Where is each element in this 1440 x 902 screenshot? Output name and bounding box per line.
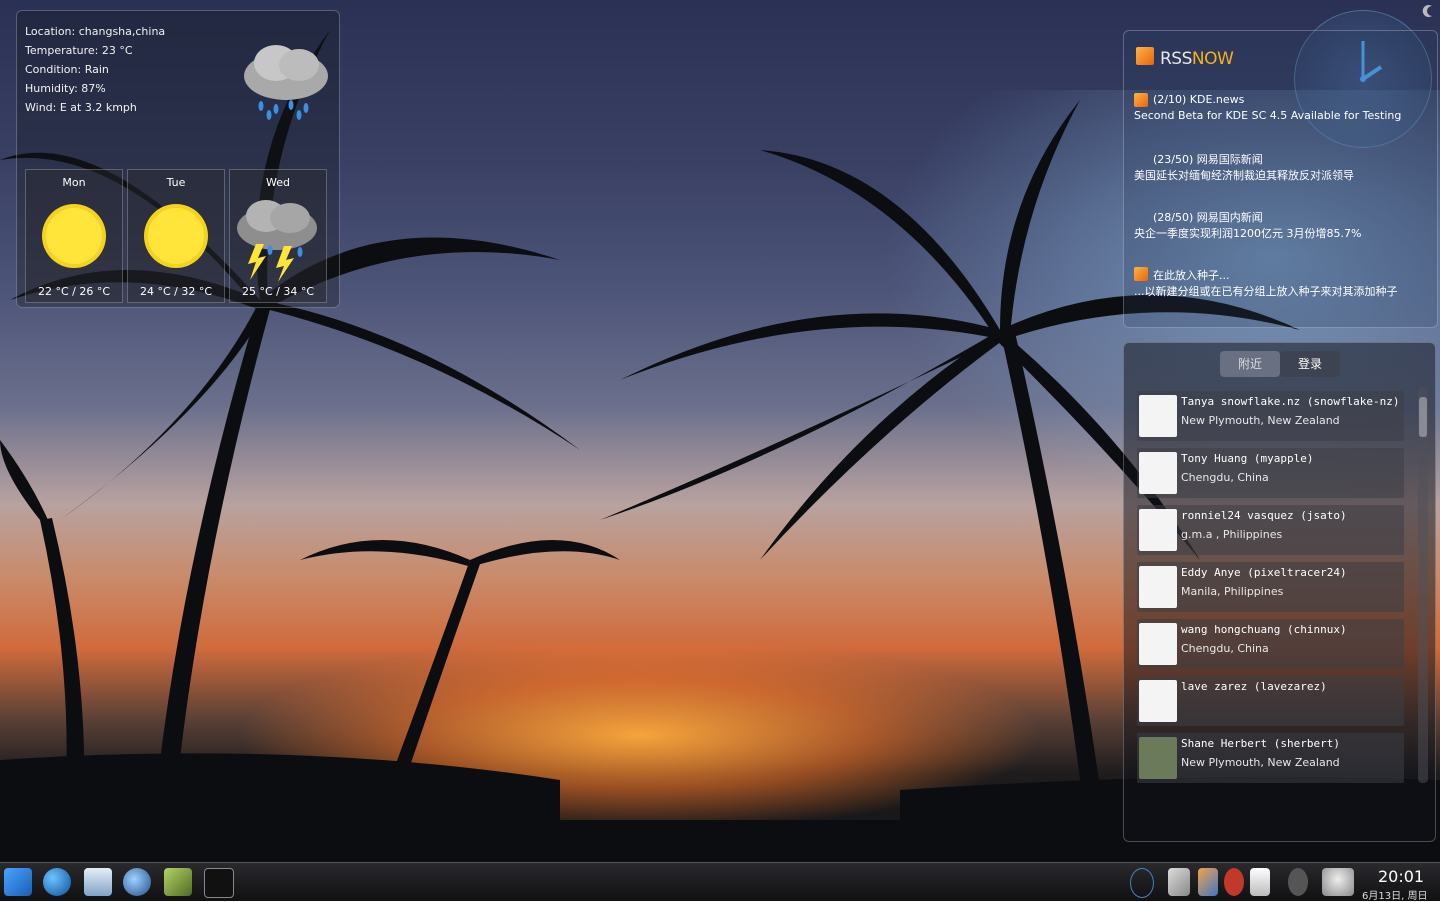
power-icon[interactable]: [1224, 868, 1244, 896]
person-location: g.m.a , Philippines: [1181, 528, 1283, 541]
forecast-day-label: Wed: [266, 176, 290, 189]
web-browser-icon[interactable]: [123, 868, 151, 896]
rss-feed-headline[interactable]: 美国延长对缅甸经济制裁迫其释放反对派领导: [1134, 167, 1354, 183]
forecast-temps: 24 °C / 32 °C: [139, 285, 213, 298]
rss-logo-icon: [1136, 47, 1154, 65]
forecast-day-tue: Tue 24 °C / 32 °C: [127, 169, 225, 303]
list-item[interactable]: lave zarez (lavezarez): [1137, 676, 1404, 726]
avatar: [1139, 623, 1177, 665]
file-manager-icon[interactable]: [84, 868, 112, 896]
globe-icon[interactable]: [43, 868, 71, 896]
person-name: wang hongchuang (chinnux): [1181, 623, 1347, 636]
forecast-day-mon: Mon 22 °C / 26 °C: [25, 169, 123, 303]
rss-widget-title: RSSNOW: [1160, 49, 1234, 69]
person-location: New Plymouth, New Zealand: [1181, 414, 1340, 427]
list-item[interactable]: Shane Herbert (sherbert) New Plymouth, N…: [1137, 733, 1404, 783]
rss-feed-heading[interactable]: (2/10) KDE.news: [1153, 93, 1244, 106]
social-nearby-widget: 附近 登录 Tanya snowflake.nz (snowflake-nz) …: [1123, 342, 1436, 842]
terminal-icon[interactable]: [204, 868, 234, 898]
avatar: [1139, 452, 1177, 494]
avatar: [1139, 566, 1177, 608]
scrollbar[interactable]: [1418, 387, 1428, 783]
kde-menu-icon[interactable]: [4, 868, 32, 896]
forecast-temps: 25 °C / 34 °C: [241, 285, 315, 298]
person-name: ronniel24 vasquez (jsato): [1181, 509, 1347, 522]
avatar: [1139, 680, 1177, 722]
desktop-toolbox-icon[interactable]: [1420, 4, 1434, 18]
tab-nearby[interactable]: 附近: [1220, 351, 1280, 377]
list-item[interactable]: Eddy Anye (pixeltracer24) Manila, Philip…: [1137, 562, 1404, 612]
volume-icon[interactable]: [1168, 868, 1190, 896]
person-location: Chengdu, China: [1181, 642, 1269, 655]
clock-time[interactable]: 20:01: [1378, 867, 1424, 886]
rss-title-now: NOW: [1191, 49, 1234, 69]
forecast-day-label: Mon: [62, 176, 86, 189]
rain-cloud-icon: [244, 45, 328, 120]
rss-feed-headline[interactable]: 央企一季度实现利润1200亿元 3月份增85.7%: [1134, 225, 1361, 241]
info-icon[interactable]: [1288, 868, 1308, 896]
weather-location: Location: changsha,china: [25, 25, 166, 38]
person-location: New Plymouth, New Zealand: [1181, 756, 1340, 769]
weather-tray-icon[interactable]: [1322, 868, 1354, 896]
network-icon[interactable]: [1130, 868, 1154, 898]
weather-wind: Wind: E at 3.2 kmph: [25, 101, 137, 114]
forecast-day-label: Tue: [166, 176, 186, 189]
person-name: Shane Herbert (sherbert): [1181, 737, 1340, 750]
person-name: Eddy Anye (pixeltracer24): [1181, 566, 1347, 579]
rss-now-widget: RSSNOW (2/10) KDE.news Second Beta for K…: [1123, 30, 1438, 328]
forecast-temps: 22 °C / 26 °C: [37, 285, 111, 298]
person-location: Chengdu, China: [1181, 471, 1269, 484]
rss-feed-headline[interactable]: ...以新建分组或在已有分组上放入种子来对其添加种子: [1134, 283, 1398, 299]
list-item[interactable]: Tanya snowflake.nz (snowflake-nz) New Pl…: [1137, 391, 1404, 441]
rss-feed-heading[interactable]: (28/50) 网易国内新闻: [1153, 209, 1263, 225]
list-item[interactable]: wang hongchuang (chinnux) Chengdu, China: [1137, 619, 1404, 669]
list-item[interactable]: ronniel24 vasquez (jsato) g.m.a , Philip…: [1137, 505, 1404, 555]
tab-login[interactable]: 登录: [1280, 351, 1340, 377]
avatar: [1139, 737, 1177, 779]
rss-feed-icon: [1134, 93, 1148, 107]
rss-feed-heading[interactable]: (23/50) 网易国际新闻: [1153, 151, 1263, 167]
thunderstorm-icon: [237, 200, 317, 282]
notes-icon[interactable]: [1250, 868, 1270, 896]
forecast-day-wed: Wed 25 °C / 34 °C: [229, 169, 327, 303]
klipper-icon[interactable]: [1198, 868, 1218, 896]
rss-title-rss: RSS: [1160, 49, 1192, 69]
person-name: Tanya snowflake.nz (snowflake-nz): [1181, 395, 1400, 408]
avatar: [1139, 509, 1177, 551]
rss-feed-icon: [1134, 267, 1148, 281]
rss-feed-headline[interactable]: Second Beta for KDE SC 4.5 Available for…: [1134, 109, 1401, 122]
weather-temperature: Temperature: 23 °C: [25, 44, 133, 57]
weather-condition: Condition: Rain: [25, 63, 109, 76]
list-item[interactable]: Tony Huang (myapple) Chengdu, China: [1137, 448, 1404, 498]
book-icon[interactable]: [164, 868, 192, 896]
weather-humidity: Humidity: 87%: [25, 82, 106, 95]
sun-icon: [144, 204, 208, 268]
weather-widget: Location: changsha,china Temperature: 23…: [16, 10, 340, 308]
taskbar: 20:01 6月13日, 周日: [0, 862, 1440, 902]
scrollbar-thumb[interactable]: [1419, 397, 1427, 437]
person-name: Tony Huang (myapple): [1181, 452, 1314, 465]
person-name: lave zarez (lavezarez): [1181, 680, 1327, 693]
rss-feed-heading[interactable]: 在此放入种子...: [1153, 267, 1230, 283]
sun-icon: [42, 204, 106, 268]
person-location: Manila, Philippines: [1181, 585, 1284, 598]
avatar: [1139, 395, 1177, 437]
